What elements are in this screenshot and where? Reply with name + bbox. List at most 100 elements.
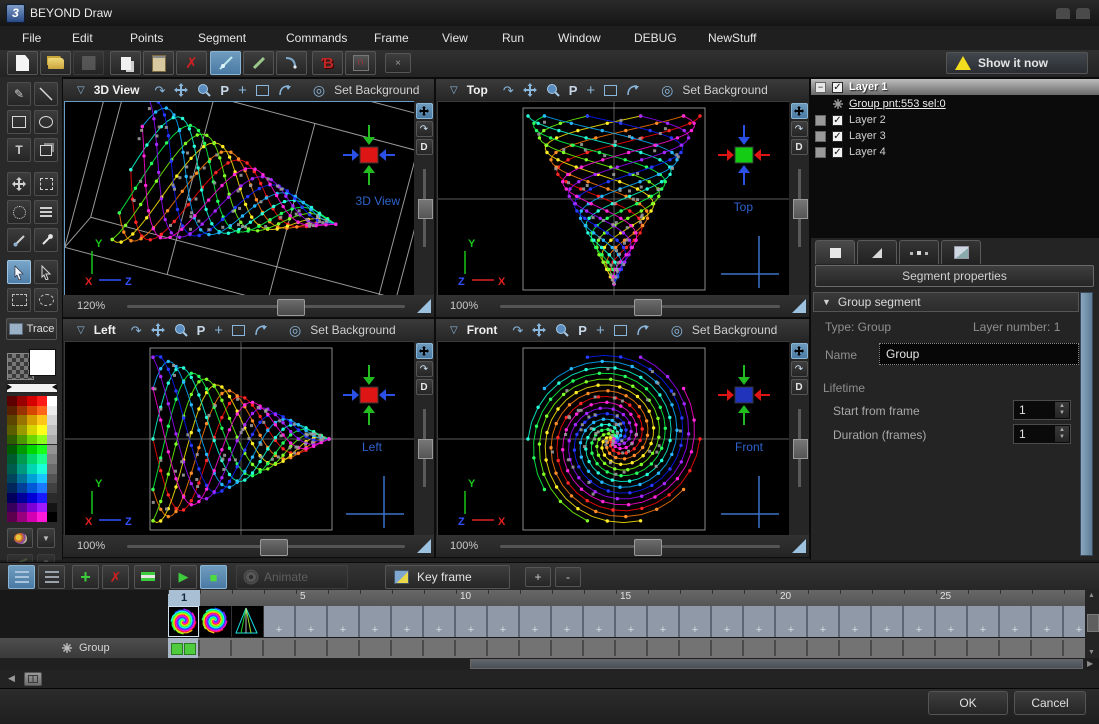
empty-frame-cell[interactable]: + bbox=[392, 606, 424, 637]
track-view-button[interactable] bbox=[8, 565, 35, 589]
show-it-now-button[interactable]: Show it now bbox=[946, 52, 1088, 74]
animate-button[interactable]: Animate bbox=[236, 565, 348, 589]
box3d-tool-button[interactable] bbox=[34, 138, 58, 162]
segment-tool-button[interactable] bbox=[210, 51, 241, 75]
select-tool-button[interactable] bbox=[7, 260, 31, 284]
layer-row[interactable]: ✓ Layer 2 bbox=[811, 112, 1099, 128]
menu-edit[interactable]: Edit bbox=[66, 26, 99, 50]
resize-corner-icon[interactable] bbox=[417, 539, 431, 553]
palette-color-cell[interactable] bbox=[37, 396, 47, 406]
select-rect-icon[interactable] bbox=[614, 325, 627, 336]
set-background-icon[interactable]: ◎ bbox=[671, 324, 683, 337]
lasso-tool-button[interactable] bbox=[34, 288, 58, 312]
view-zoom-slider[interactable] bbox=[798, 409, 801, 487]
pan-icon[interactable] bbox=[523, 83, 537, 97]
empty-frame-cell[interactable]: + bbox=[456, 606, 488, 637]
hscroll-thumb[interactable] bbox=[470, 659, 1083, 669]
view-zoom-slider[interactable] bbox=[423, 169, 426, 247]
distribute-tool-button[interactable] bbox=[34, 200, 58, 224]
orbit-mode-button[interactable]: ↷ bbox=[791, 361, 808, 377]
tab-line[interactable] bbox=[857, 240, 897, 264]
palette-color-cell[interactable] bbox=[37, 415, 47, 425]
add-point-icon[interactable]: + bbox=[596, 324, 605, 337]
view-dropdown-icon[interactable]: ▽ bbox=[450, 84, 458, 97]
palette-color-cell[interactable] bbox=[37, 425, 47, 435]
palette-color-cell[interactable] bbox=[7, 435, 17, 445]
rotate-pointer-icon[interactable] bbox=[278, 84, 292, 97]
close-tool-button[interactable]: × bbox=[385, 53, 411, 73]
palette-gray-cell[interactable] bbox=[47, 415, 57, 425]
set-background-icon[interactable]: ◎ bbox=[661, 84, 673, 97]
empty-frame-cell[interactable]: + bbox=[296, 606, 328, 637]
point-mode-button[interactable]: P bbox=[569, 84, 578, 97]
set-background-icon[interactable]: ◎ bbox=[313, 84, 325, 97]
transform-tool-button[interactable] bbox=[34, 172, 58, 196]
name-input[interactable]: Group bbox=[879, 343, 1079, 365]
palette-color-cell[interactable] bbox=[17, 415, 27, 425]
layer-child-group[interactable]: Group pnt:553 sel:0 bbox=[811, 96, 1099, 112]
palette-color-cell[interactable] bbox=[27, 464, 37, 474]
menu-file[interactable]: File bbox=[16, 26, 47, 50]
slider-handle[interactable] bbox=[634, 539, 662, 556]
palette-color-cell[interactable] bbox=[27, 415, 37, 425]
delete-button[interactable]: ✗ bbox=[176, 51, 207, 75]
set-background-label[interactable]: Set Background bbox=[334, 83, 419, 97]
empty-frame-cell[interactable]: + bbox=[744, 606, 776, 637]
section-collapse-icon[interactable]: ▼ bbox=[822, 297, 831, 307]
marquee-tool-button[interactable] bbox=[7, 288, 31, 312]
palette-color-cell[interactable] bbox=[27, 435, 37, 445]
rectangle-tool-button[interactable] bbox=[7, 110, 31, 134]
rotate-pointer-icon[interactable] bbox=[626, 84, 640, 97]
palette-gray-cell[interactable] bbox=[47, 493, 57, 503]
empty-frame-cell[interactable]: + bbox=[552, 606, 584, 637]
palette-color-cell[interactable] bbox=[7, 464, 17, 474]
group-child-label[interactable]: Group pnt:553 sel:0 bbox=[849, 98, 946, 110]
brush-tool-button[interactable] bbox=[7, 228, 31, 252]
collapse-icon[interactable]: − bbox=[815, 82, 826, 93]
strip-grid-button[interactable] bbox=[24, 672, 42, 686]
group-track-cells[interactable] bbox=[168, 638, 1085, 658]
delete-frame-button[interactable]: ✗ bbox=[102, 565, 129, 589]
frame-thumbnail[interactable] bbox=[200, 606, 232, 637]
palette-gray-cell[interactable] bbox=[47, 454, 57, 464]
d-mode-button[interactable]: D bbox=[416, 379, 433, 395]
palette-color-cell[interactable] bbox=[7, 474, 17, 484]
add-frame-button[interactable]: + bbox=[72, 565, 99, 589]
palette-color-cell[interactable] bbox=[17, 503, 27, 513]
rotate-pointer-icon[interactable] bbox=[636, 324, 650, 337]
empty-frame-cell[interactable]: + bbox=[680, 606, 712, 637]
slider-handle[interactable] bbox=[793, 439, 808, 459]
palette-color-cell[interactable] bbox=[17, 512, 27, 522]
palette-color-cell[interactable] bbox=[37, 503, 47, 513]
palette-gray-cell[interactable] bbox=[47, 474, 57, 484]
duration-spinner[interactable]: 1 ▲▼ bbox=[1013, 424, 1071, 444]
text-tool-button[interactable]: T bbox=[7, 138, 31, 162]
point-mode-button[interactable]: P bbox=[220, 84, 229, 97]
zoom-icon[interactable] bbox=[197, 83, 211, 97]
palette-color-cell[interactable] bbox=[17, 493, 27, 503]
palette-color-cell[interactable] bbox=[17, 483, 27, 493]
add-point-icon[interactable]: + bbox=[238, 84, 247, 97]
group-keyframe-cell[interactable] bbox=[168, 638, 198, 658]
menu-newstuff[interactable]: NewStuff bbox=[702, 26, 762, 50]
spinner-down-icon[interactable]: ▼ bbox=[1059, 410, 1065, 417]
add-point-icon[interactable]: + bbox=[586, 84, 595, 97]
orientation-gizmo[interactable] bbox=[342, 364, 396, 426]
orientation-gizmo[interactable] bbox=[342, 124, 396, 186]
layer-visible-checkbox[interactable]: ✓ bbox=[832, 147, 843, 158]
menu-debug[interactable]: DEBUG bbox=[628, 26, 683, 50]
stop-button[interactable]: ■ bbox=[200, 565, 227, 589]
palette-color-cell[interactable] bbox=[7, 415, 17, 425]
palette-gray-cell[interactable] bbox=[47, 464, 57, 474]
set-background-label[interactable]: Set Background bbox=[692, 323, 777, 337]
window-button-icon[interactable] bbox=[1076, 8, 1090, 19]
palette-color-cell[interactable] bbox=[17, 464, 27, 474]
palette-color-cell[interactable] bbox=[27, 445, 37, 455]
palette-color-cell[interactable] bbox=[7, 445, 17, 455]
palette-color-cell[interactable] bbox=[37, 435, 47, 445]
palette-color-cell[interactable] bbox=[37, 454, 47, 464]
empty-frame-cell[interactable]: + bbox=[1064, 606, 1085, 637]
add-point-icon[interactable]: + bbox=[214, 324, 223, 337]
orbit-icon[interactable]: ↷ bbox=[503, 84, 514, 97]
palette-gray-cell[interactable] bbox=[47, 483, 57, 493]
